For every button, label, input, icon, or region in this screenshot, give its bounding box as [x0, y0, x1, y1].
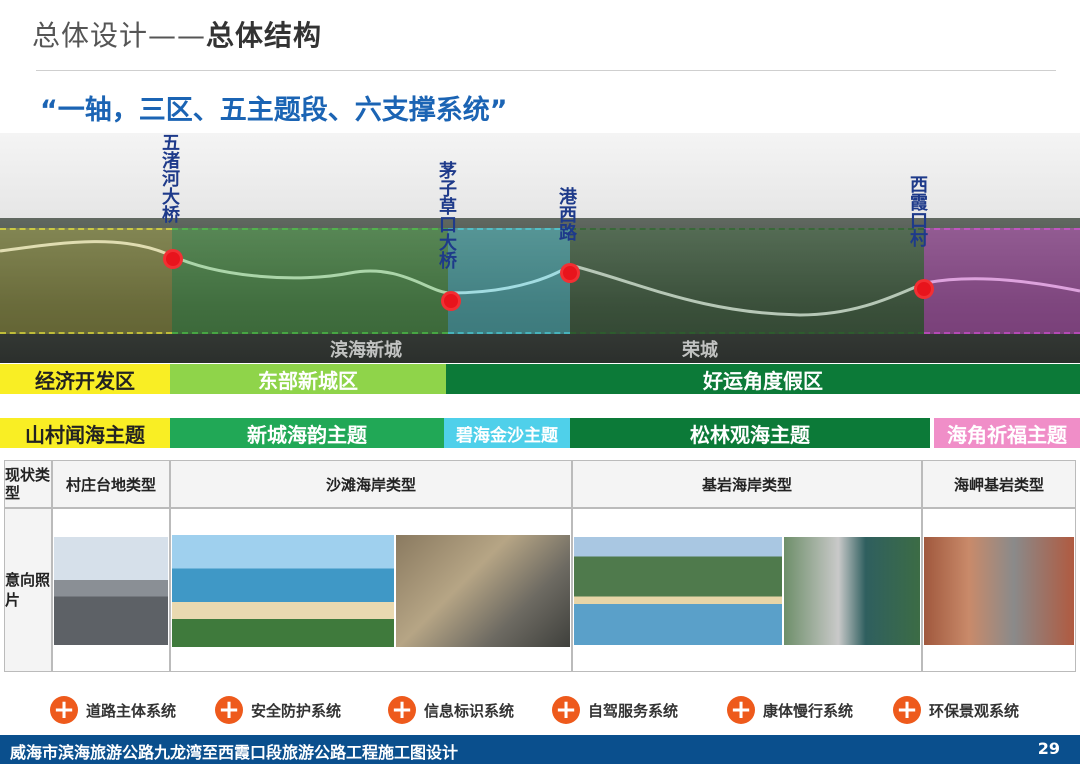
- location-pin: [441, 291, 461, 311]
- route-map: 五渚河大桥 茅子草口大桥 港西路 西霞口村 滨海新城 荣城: [0, 133, 1080, 363]
- theme-label: 松林观海主题: [690, 422, 810, 447]
- system-eco: + 环保景观系统: [893, 696, 1019, 724]
- plus-icon: +: [727, 696, 755, 724]
- system-label: 安全防护系统: [251, 701, 342, 720]
- overlay-cyan: [448, 228, 570, 334]
- overlay-green: [172, 228, 448, 334]
- type-village: 村庄台地类型: [52, 460, 170, 508]
- plus-icon: +: [388, 696, 416, 724]
- overlay-yellow: [0, 228, 172, 334]
- photo-village-road: [54, 537, 168, 645]
- table-row-header-type: 现状类型: [4, 460, 52, 508]
- theme-band-village: 山村闻海主题: [0, 418, 170, 448]
- label-wuzhuhe-bridge: 五渚河大桥: [162, 133, 180, 226]
- page-title: 总体设计——总体结构: [32, 19, 323, 52]
- theme-label: 山村闻海主题: [25, 422, 145, 447]
- theme-label: 碧海金沙主题: [456, 425, 558, 446]
- photo-bedrock-aerial: [784, 537, 920, 645]
- theme-label: 新城海韵主题: [247, 422, 367, 447]
- type-cape: 海岬基岩类型: [922, 460, 1076, 508]
- system-label: 信息标识系统: [424, 701, 515, 720]
- plus-icon: +: [50, 696, 78, 724]
- photo-cape-town: [924, 537, 1074, 645]
- theme-band-newcity: 新城海韵主题: [170, 418, 444, 448]
- system-label: 环保景观系统: [929, 701, 1020, 720]
- label-maozicaokou-bridge: 茅子草口大桥: [439, 161, 457, 272]
- label-gangxi-road: 港西路: [559, 187, 577, 244]
- table-row-header-photo: 意向照片: [4, 508, 52, 672]
- zone-label: 经济开发区: [35, 368, 135, 393]
- system-signage: + 信息标识系统: [388, 696, 514, 724]
- page-subtitle: “一轴，三区、五主题段、六支撑系统”: [40, 95, 508, 126]
- theme-band-cape: 海角祈福主题: [934, 418, 1080, 448]
- system-label: 道路主体系统: [86, 701, 177, 720]
- page-number: 29: [1037, 739, 1060, 758]
- system-road: + 道路主体系统: [50, 696, 176, 724]
- location-pin: [560, 263, 580, 283]
- overlay-pink: [924, 228, 1080, 334]
- photo-bedrock-coast: [574, 537, 782, 645]
- location-pin: [914, 279, 934, 299]
- title-divider: [36, 70, 1056, 71]
- system-label: 康体慢行系统: [763, 701, 854, 720]
- zone-label: 好运角度假区: [703, 368, 823, 393]
- zone-band-east: 东部新城区: [170, 364, 446, 394]
- type-bedrock: 基岩海岸类型: [572, 460, 922, 508]
- theme-band-pine: 松林观海主题: [570, 418, 930, 448]
- system-selfdrive: + 自驾服务系统: [552, 696, 678, 724]
- type-sandy: 沙滩海岸类型: [170, 460, 572, 508]
- label-xixiakou-village: 西霞口村: [910, 175, 928, 250]
- plus-icon: +: [215, 696, 243, 724]
- photo-sandy-aerial: [396, 535, 570, 647]
- theme-label: 海角祈福主题: [947, 422, 1067, 447]
- location-pin: [163, 249, 183, 269]
- zone-band-resort: 好运角度假区: [446, 364, 1080, 394]
- system-fitness: + 康体慢行系统: [727, 696, 853, 724]
- theme-band-goldsand: 碧海金沙主题: [444, 418, 570, 448]
- plus-icon: +: [552, 696, 580, 724]
- place-binhai: 滨海新城: [330, 340, 402, 361]
- place-rongcheng: 荣城: [682, 340, 718, 361]
- system-safety: + 安全防护系统: [215, 696, 341, 724]
- footer-title: 威海市滨海旅游公路九龙湾至西霞口段旅游公路工程施工图设计: [10, 743, 459, 762]
- zone-band-economic: 经济开发区: [0, 364, 170, 394]
- plus-icon: +: [893, 696, 921, 724]
- photo-sandy-beach: [172, 535, 394, 647]
- footer-bar: 威海市滨海旅游公路九龙湾至西霞口段旅游公路工程施工图设计 29: [0, 735, 1080, 764]
- zone-label: 东部新城区: [258, 368, 358, 393]
- overlay-dark: [570, 228, 924, 334]
- system-label: 自驾服务系统: [588, 701, 679, 720]
